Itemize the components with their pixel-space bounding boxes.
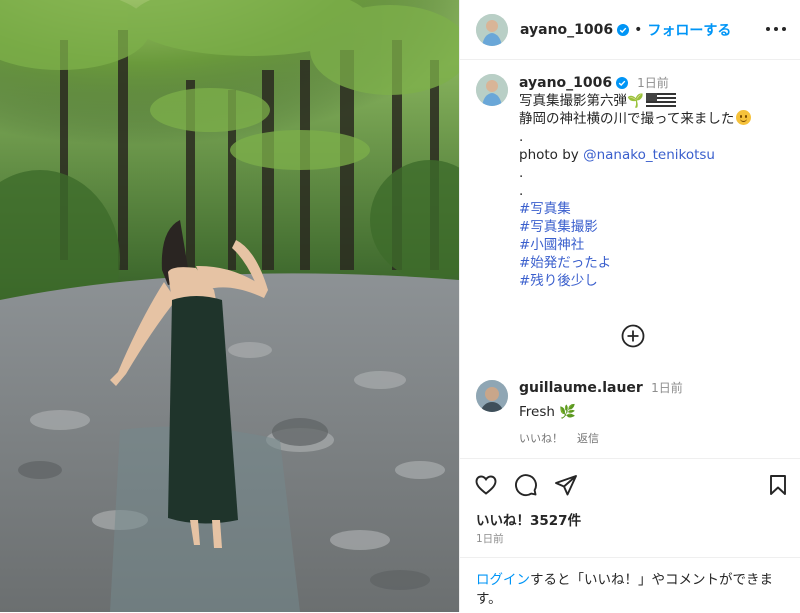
comment-text: Fresh	[519, 404, 555, 420]
caption-time: 1日前	[637, 76, 669, 90]
comment-item: guillaume.lauer 1日前 Fresh 🌿 いいね！ 返信	[476, 378, 786, 446]
author-avatar[interactable]	[476, 13, 508, 46]
author-username[interactable]: ayano_1006	[520, 22, 613, 38]
caption: ayano_1006 1日前 写真集撮影第六弾🌱 静岡の神社横の川で撮って来まし…	[476, 74, 786, 290]
post-photo[interactable]	[0, 0, 459, 612]
hashtag-link[interactable]: #始発だったよ	[519, 254, 786, 272]
login-divider	[460, 557, 800, 558]
caption-line-1: 写真集撮影第六弾🌱	[519, 92, 786, 110]
herb-icon: 🌿	[559, 404, 577, 420]
mention-link[interactable]: @nanako_tenikotsu	[583, 147, 715, 163]
hashtag-link[interactable]: #写真集	[519, 200, 786, 218]
caption-username[interactable]: ayano_1006	[519, 74, 612, 92]
comments-area: ayano_1006 1日前 写真集撮影第六弾🌱 静岡の神社横の川で撮って来まし…	[460, 60, 800, 458]
comment-reply-button[interactable]: 返信	[577, 430, 599, 446]
login-prompt: ログインすると「いいね！」やコメントができます。	[476, 571, 776, 609]
likes-count[interactable]: いいね！3527件	[476, 509, 581, 529]
post-header: ayano_1006 • フォローする	[460, 0, 800, 60]
caption-dot-2: .	[519, 165, 524, 181]
commenter-avatar[interactable]	[476, 380, 508, 412]
comment-icon[interactable]	[514, 473, 538, 497]
comment-actions: いいね！ 返信	[519, 430, 786, 446]
action-icons	[474, 473, 578, 497]
caption-text-2: 静岡の神社横の川で撮って来ました	[519, 111, 735, 127]
caption-text-1: 写真集撮影第六弾	[519, 93, 627, 109]
caption-dot-3: .	[519, 183, 524, 199]
flag-icon	[645, 93, 676, 107]
caption-line-2: 静岡の神社横の川で撮って来ました	[519, 110, 786, 128]
instagram-post: ayano_1006 • フォローする ayano_1006 1日前 写真集撮影…	[0, 0, 800, 612]
bookmark-icon[interactable]	[768, 474, 788, 496]
smiling-face-icon	[736, 110, 752, 125]
follow-button[interactable]: フォローする	[647, 20, 731, 40]
post-actions: いいね！3527件 1日前 ログインすると「いいね！」やコメントができます。	[460, 458, 800, 613]
commenter-username[interactable]: guillaume.lauer	[519, 380, 643, 396]
comment-line: Fresh 🌿	[519, 402, 786, 422]
load-more-comments-icon[interactable]	[621, 324, 645, 348]
seedling-icon: 🌱	[627, 93, 644, 109]
login-link[interactable]: ログイン	[476, 572, 530, 588]
post-date: 1日前	[476, 533, 504, 545]
caption-avatar[interactable]	[476, 74, 508, 106]
post-side-panel: ayano_1006 • フォローする ayano_1006 1日前 写真集撮影…	[459, 0, 800, 612]
heart-icon[interactable]	[474, 473, 498, 497]
hashtag-link[interactable]: #残り後少し	[519, 272, 786, 290]
hashtag-link[interactable]: #小國神社	[519, 236, 786, 254]
caption-photo-credit: photo by @nanako_tenikotsu	[519, 146, 786, 164]
comment-like-button[interactable]: いいね！	[519, 430, 563, 446]
comment-time: 1日前	[651, 381, 683, 395]
header-separator: •	[634, 21, 643, 38]
verified-badge-icon	[617, 23, 630, 36]
more-options-icon[interactable]	[766, 19, 786, 39]
share-icon[interactable]	[554, 473, 578, 497]
photo-forest-river-woman	[0, 0, 459, 612]
hashtag-link[interactable]: #写真集撮影	[519, 218, 786, 236]
photo-by-label: photo by	[519, 147, 584, 163]
verified-badge-icon	[616, 77, 629, 89]
caption-dot-1: .	[519, 129, 524, 145]
